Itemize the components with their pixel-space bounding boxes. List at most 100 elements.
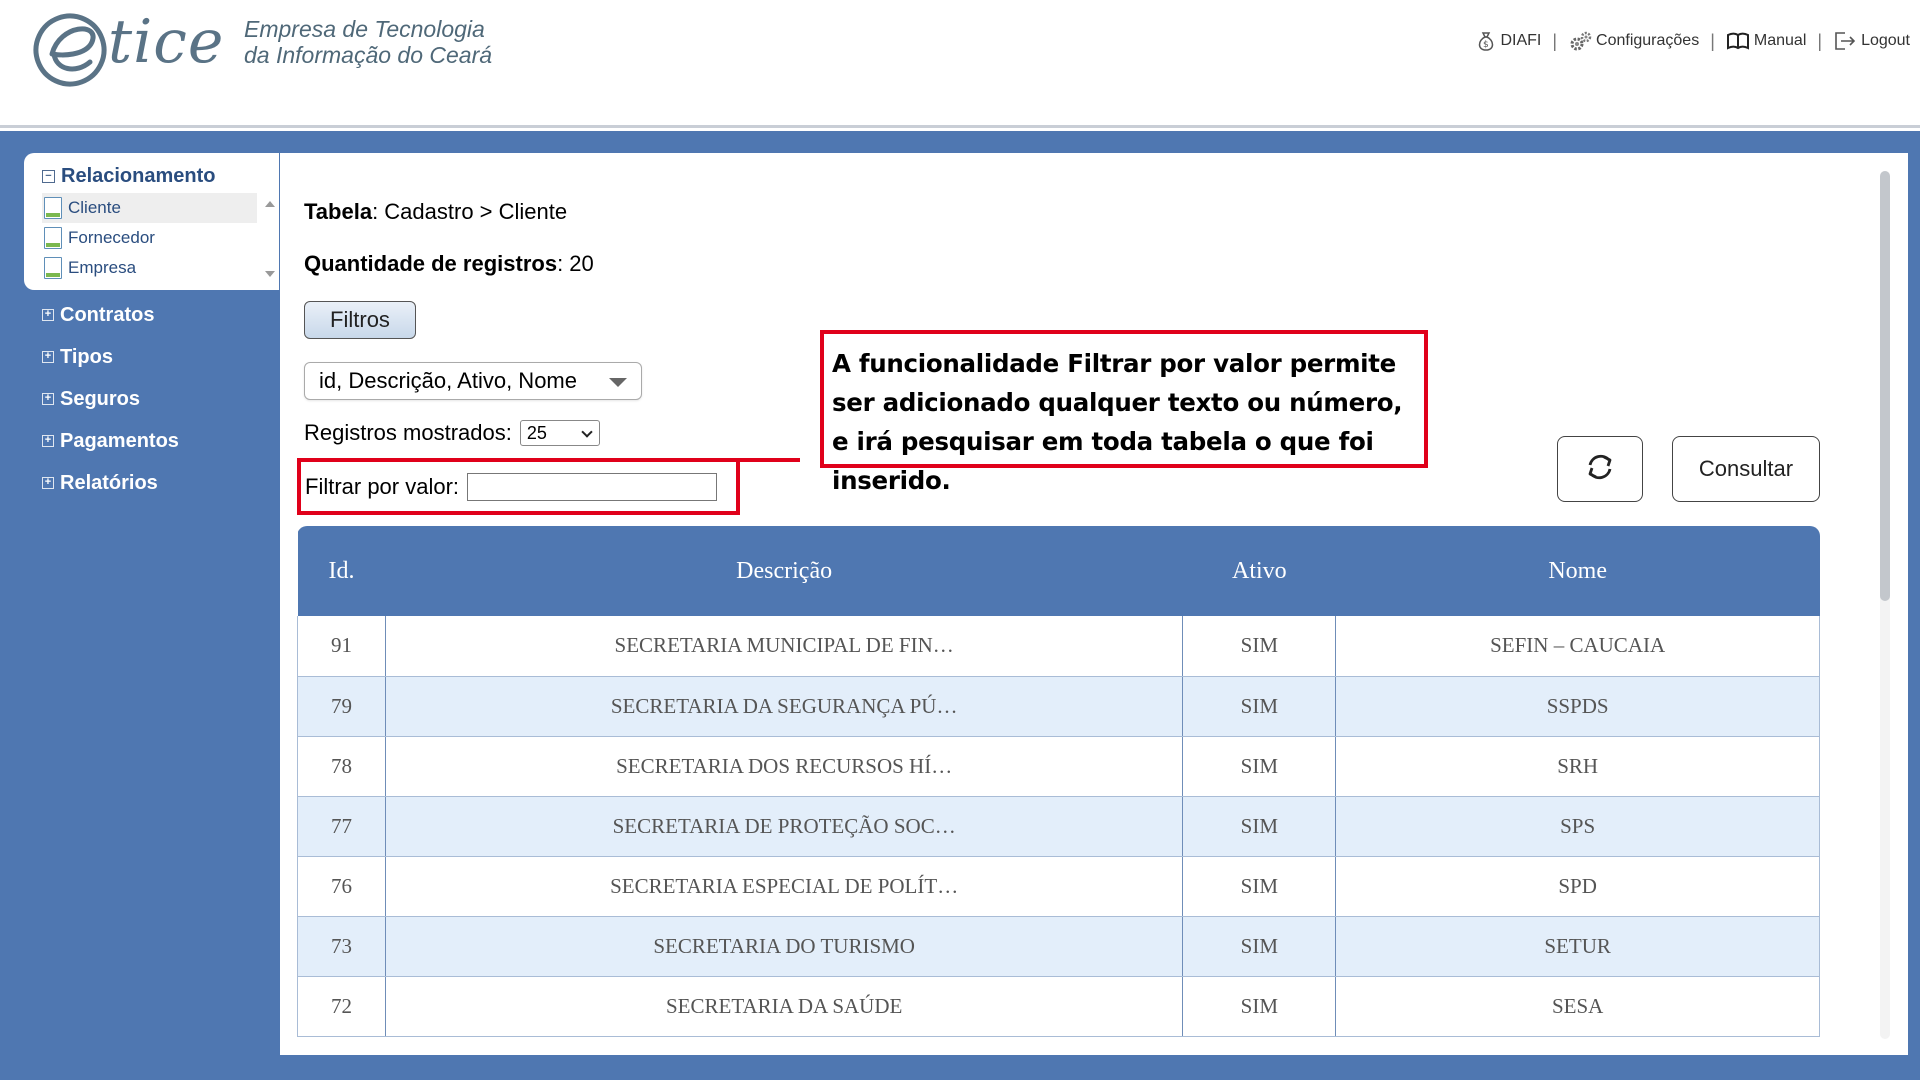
nav-separator: | <box>1710 30 1715 51</box>
table-row[interactable]: 73 SECRETARIA DO TURISMO SIM SETUR <box>297 916 1820 977</box>
sublist-scrollbar[interactable] <box>261 193 279 283</box>
filter-input[interactable] <box>467 472 718 501</box>
nav-manual[interactable]: Manual <box>1724 31 1808 51</box>
records-shown-row: Registros mostrados: 25 <box>304 420 600 446</box>
records-shown-value: 25 <box>526 422 547 443</box>
cell-descricao: SECRETARIA DA SEGURANÇA PÚ… <box>385 676 1184 737</box>
collapse-icon: − <box>42 169 55 183</box>
panel-scrollbar[interactable] <box>1880 171 1890 1039</box>
records-shown-select[interactable]: 25 <box>519 420 600 446</box>
sidebar-section-label: Relacionamento <box>61 164 216 187</box>
column-header-id[interactable]: Id. <box>297 526 386 616</box>
refresh-icon <box>1582 449 1618 490</box>
cell-nome: SSPDS <box>1335 676 1820 737</box>
cell-ativo: SIM <box>1182 736 1337 797</box>
cell-descricao: SECRETARIA DO TURISMO <box>385 916 1184 977</box>
sidebar-section-label: Relatórios <box>60 471 158 494</box>
sidebar-item-cliente[interactable]: Cliente <box>42 193 257 223</box>
nav-logout[interactable]: Logout <box>1831 30 1912 52</box>
nav-configuracoes-label: Configurações <box>1596 32 1700 49</box>
cell-descricao: SECRETARIA ESPECIAL DE POLÍT… <box>385 856 1184 917</box>
nav-diafi-label: DIAFI <box>1500 32 1542 49</box>
app-header: tice Empresa de Tecnologia da Informação… <box>0 0 1920 128</box>
sidebar-section-header[interactable]: − Relacionamento <box>42 163 279 189</box>
cell-descricao: SECRETARIA DE PROTEÇÃO SOC… <box>385 796 1184 857</box>
etice-logo-mark: tice <box>30 4 223 88</box>
column-header-nome[interactable]: Nome <box>1335 526 1820 616</box>
table-row[interactable]: 91 SECRETARIA MUNICIPAL DE FIN… SIM SEFI… <box>297 616 1820 677</box>
nav-separator: | <box>1817 30 1823 51</box>
cell-ativo: SIM <box>1182 616 1337 677</box>
document-icon <box>44 227 62 249</box>
record-count-value: : 20 <box>557 251 594 276</box>
consultar-button[interactable]: Consultar <box>1672 436 1820 502</box>
filter-label: Filtrar por valor: <box>305 473 460 499</box>
sidebar-item-label: Fornecedor <box>68 228 155 247</box>
table-header-row: Id. Descrição Ativo Nome <box>297 526 1820 616</box>
sidebar: − Relacionamento Cliente Fornecedor Empr… <box>24 153 279 504</box>
nav-logout-label: Logout <box>1861 32 1910 49</box>
nav-manual-label: Manual <box>1753 32 1807 49</box>
expand-icon: + <box>42 309 54 321</box>
column-header-descricao[interactable]: Descrição <box>385 526 1183 616</box>
sidebar-section-contratos[interactable]: + Contratos <box>24 294 279 336</box>
columns-select-value: id, Descrição, Ativo, Nome <box>319 368 577 393</box>
nav-separator: | <box>1552 30 1558 51</box>
columns-select[interactable]: id, Descrição, Ativo, Nome <box>304 362 642 400</box>
nav-diafi[interactable]: $ DIAFI <box>1474 30 1543 52</box>
table-path-label: Tabela <box>304 199 373 224</box>
expand-icon: + <box>42 351 54 363</box>
table-path: Tabela: Cadastro > Cliente <box>304 199 567 225</box>
cell-nome: SEFIN – CAUCAIA <box>1335 616 1820 677</box>
cell-id: 76 <box>297 856 386 917</box>
annotation-callout: A funcionalidade Filtrar por valor permi… <box>820 330 1428 495</box>
money-bag-icon: $ <box>1476 30 1496 52</box>
table-row[interactable]: 77 SECRETARIA DE PROTEÇÃO SOC… SIM SPS <box>297 796 1820 857</box>
etice-logo: tice Empresa de Tecnologia da Informação… <box>30 4 492 88</box>
chevron-down-icon <box>581 426 593 438</box>
cell-nome: SETUR <box>1335 916 1820 977</box>
filtros-button[interactable]: Filtros <box>304 301 416 339</box>
refresh-button[interactable] <box>1557 436 1643 502</box>
cell-descricao: SECRETARIA DOS RECURSOS HÍ… <box>385 736 1184 797</box>
scroll-up-icon[interactable] <box>265 201 275 207</box>
document-icon <box>44 197 62 219</box>
record-count-label: Quantidade de registros <box>304 251 558 276</box>
caret-down-icon <box>609 378 627 387</box>
table-row[interactable]: 72 SECRETARIA DA SAÚDE SIM SESA <box>297 976 1820 1037</box>
sidebar-item-fornecedor[interactable]: Fornecedor <box>42 223 257 253</box>
callout-connector <box>740 458 800 462</box>
column-header-ativo[interactable]: Ativo <box>1182 526 1336 616</box>
scroll-down-icon[interactable] <box>265 271 275 277</box>
cell-nome: SRH <box>1335 736 1820 797</box>
panel-scrollbar-thumb[interactable] <box>1880 171 1890 601</box>
table-row[interactable]: 76 SECRETARIA ESPECIAL DE POLÍT… SIM SPD <box>297 856 1820 917</box>
content-panel: Tabela: Cadastro > Cliente Quantidade de… <box>280 153 1908 1055</box>
logo-text: tice <box>108 7 225 77</box>
top-navigation: $ DIAFI | Configurações | Manual | Logou… <box>1474 30 1912 52</box>
record-count: Quantidade de registros: 20 <box>304 251 594 277</box>
table-row[interactable]: 79 SECRETARIA DA SEGURANÇA PÚ… SIM SSPDS <box>297 676 1820 737</box>
cell-ativo: SIM <box>1182 856 1337 917</box>
expand-icon: + <box>42 393 54 405</box>
cell-id: 77 <box>297 796 386 857</box>
cell-ativo: SIM <box>1182 976 1337 1037</box>
sidebar-section-seguros[interactable]: + Seguros <box>24 378 279 420</box>
book-icon <box>1726 31 1750 51</box>
sidebar-item-empresa[interactable]: Empresa <box>42 253 257 283</box>
sidebar-section-relacionamento: − Relacionamento Cliente Fornecedor Empr… <box>24 153 279 290</box>
tagline-line1: Empresa de Tecnologia <box>244 16 485 42</box>
sidebar-section-tipos[interactable]: + Tipos <box>24 336 279 378</box>
sidebar-section-relatorios[interactable]: + Relatórios <box>24 462 279 504</box>
cell-id: 72 <box>297 976 386 1037</box>
table-row[interactable]: 78 SECRETARIA DOS RECURSOS HÍ… SIM SRH <box>297 736 1820 797</box>
svg-text:$: $ <box>1483 40 1489 50</box>
cell-descricao: SECRETARIA MUNICIPAL DE FIN… <box>385 616 1184 677</box>
expand-icon: + <box>42 477 54 489</box>
sidebar-item-label: Cliente <box>68 198 121 217</box>
nav-configuracoes[interactable]: Configurações <box>1566 30 1701 52</box>
gears-icon <box>1568 30 1592 52</box>
sidebar-section-pagamentos[interactable]: + Pagamentos <box>24 420 279 462</box>
sidebar-section-label: Contratos <box>60 303 155 326</box>
document-icon <box>44 257 62 279</box>
